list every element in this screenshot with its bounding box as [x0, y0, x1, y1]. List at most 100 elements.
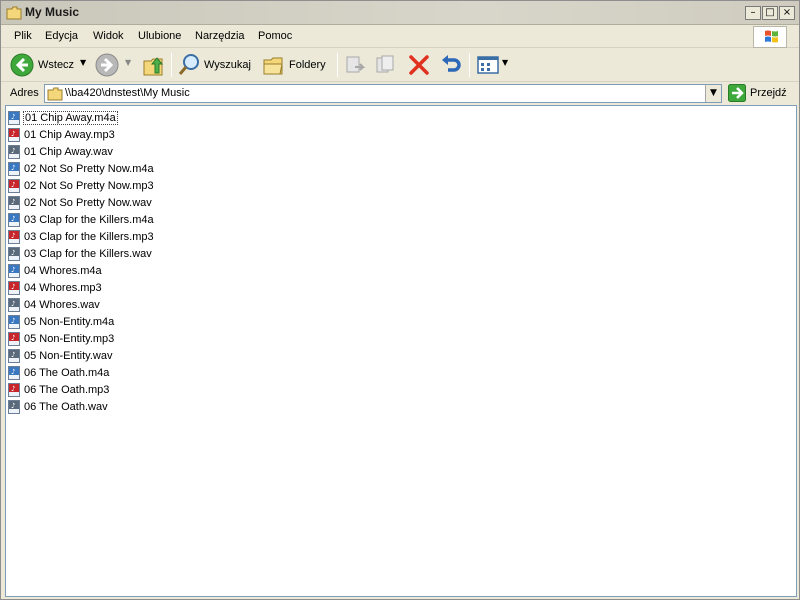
address-bar: Adres \\ba420\dnstest\My Music ▼ Przejdź [1, 82, 799, 105]
go-label: Przejdź [750, 87, 787, 99]
file-name: 06 The Oath.m4a [24, 366, 110, 379]
address-input[interactable]: \\ba420\dnstest\My Music ▼ [44, 84, 722, 103]
m4a-file-icon: ♪ [8, 212, 20, 227]
search-button[interactable]: Wyszukaj [176, 51, 256, 79]
file-item[interactable]: ♪ 05 Non-Entity.wav [8, 347, 154, 364]
file-name: 06 The Oath.mp3 [24, 383, 110, 396]
folder-icon [6, 6, 22, 20]
file-item[interactable]: ♪ 04 Whores.m4a [8, 262, 154, 279]
file-name: 04 Whores.m4a [24, 264, 102, 277]
file-item[interactable]: ♪ 05 Non-Entity.m4a [8, 313, 154, 330]
delete-x-icon [409, 55, 429, 75]
menu-tools[interactable]: Narzędzia [195, 30, 245, 42]
title-bar[interactable]: My Music – □ × [1, 1, 799, 25]
forward-dropdown-icon[interactable]: ▼ [125, 58, 131, 67]
file-name: 02 Not So Pretty Now.wav [24, 196, 152, 209]
file-name: 01 Chip Away.mp3 [24, 128, 115, 141]
file-name: 05 Non-Entity.mp3 [24, 332, 115, 345]
file-name: 02 Not So Pretty Now.m4a [24, 162, 154, 175]
file-item[interactable]: ♪ 04 Whores.wav [8, 296, 154, 313]
file-name: 01 Chip Away.wav [24, 145, 113, 158]
copy-to-icon [376, 55, 394, 73]
menu-file[interactable]: Plik [14, 30, 32, 42]
up-folder-button[interactable] [141, 51, 167, 79]
file-item[interactable]: ♪ 06 The Oath.wav [8, 398, 154, 415]
minimize-button[interactable]: – [745, 6, 761, 20]
back-button[interactable]: Wstecz ▼ [9, 51, 91, 79]
m4a-file-icon: ♪ [8, 365, 20, 380]
mp3-file-icon: ♪ [8, 331, 20, 346]
file-name: 05 Non-Entity.m4a [24, 315, 115, 328]
back-arrow-icon [10, 53, 34, 77]
wav-file-icon: ♪ [8, 195, 20, 210]
file-name: 03 Clap for the Killers.wav [24, 247, 152, 260]
delete-button[interactable] [406, 51, 432, 79]
file-name: 06 The Oath.wav [24, 400, 108, 413]
file-item[interactable]: ♪ 03 Clap for the Killers.mp3 [8, 228, 154, 245]
forward-button[interactable]: ▼ [94, 51, 136, 79]
file-item[interactable]: ♪ 06 The Oath.mp3 [8, 381, 154, 398]
menu-view[interactable]: Widok [93, 30, 124, 42]
menu-edit[interactable]: Edycja [45, 30, 78, 42]
wav-file-icon: ♪ [8, 399, 20, 414]
move-to-button[interactable] [343, 51, 369, 79]
m4a-file-icon: ♪ [8, 263, 20, 278]
file-name: 04 Whores.mp3 [24, 281, 102, 294]
toolbar-separator [337, 53, 338, 77]
m4a-file-icon: ♪ [8, 314, 20, 329]
file-item[interactable]: ♪ 02 Not So Pretty Now.m4a [8, 160, 154, 177]
toolbar-separator [171, 53, 172, 77]
go-arrow-icon [728, 84, 746, 102]
close-button[interactable]: × [779, 6, 795, 20]
menu-favorites[interactable]: Ulubione [138, 30, 181, 42]
file-name: 05 Non-Entity.wav [24, 349, 113, 362]
menu-bar: Plik Edycja Widok Ulubione Narzędzia Pom… [1, 26, 799, 48]
views-button[interactable]: ▼ [475, 51, 511, 79]
up-folder-icon [143, 57, 164, 76]
undo-icon [442, 55, 461, 72]
undo-button[interactable] [438, 51, 464, 79]
search-icon [178, 54, 199, 75]
windows-flag-icon [765, 30, 778, 43]
wav-file-icon: ♪ [8, 246, 20, 261]
copy-to-button[interactable] [373, 51, 399, 79]
maximize-button[interactable]: □ [762, 6, 778, 20]
forward-arrow-icon [95, 53, 119, 77]
m4a-file-icon: ♪ [8, 110, 20, 125]
file-item[interactable]: ♪ 01 Chip Away.wav [8, 143, 154, 160]
file-list-pane[interactable]: ♪ 01 Chip Away.m4a ♪ 01 Chip Away.mp3 ♪ 01 Ch… [5, 105, 797, 597]
windows-logo [753, 26, 787, 48]
file-name: 03 Clap for the Killers.m4a [24, 213, 154, 226]
file-item[interactable]: ♪ 06 The Oath.m4a [8, 364, 154, 381]
file-item[interactable]: ♪ 03 Clap for the Killers.wav [8, 245, 154, 262]
file-item[interactable]: ♪ 03 Clap for the Killers.m4a [8, 211, 154, 228]
file-item[interactable]: ♪ 02 Not So Pretty Now.wav [8, 194, 154, 211]
file-name: 03 Clap for the Killers.mp3 [24, 230, 154, 243]
toolbar-separator [469, 53, 470, 77]
file-item[interactable]: ♪ 04 Whores.mp3 [8, 279, 154, 296]
address-value: \\ba420\dnstest\My Music [65, 87, 190, 99]
folders-button[interactable]: Foldery [261, 51, 333, 79]
views-dropdown-icon[interactable]: ▼ [502, 58, 508, 67]
wav-file-icon: ♪ [8, 348, 20, 363]
toolbar: Wstecz ▼ ▼ Wyszukaj Foldery ▼ [1, 49, 799, 82]
mp3-file-icon: ♪ [8, 178, 20, 193]
m4a-file-icon: ♪ [8, 161, 20, 176]
file-name: 01 Chip Away.m4a [23, 110, 118, 125]
folders-label: Foldery [289, 59, 326, 71]
address-dropdown-button[interactable]: ▼ [705, 85, 721, 102]
back-dropdown-icon[interactable]: ▼ [80, 58, 86, 67]
wav-file-icon: ♪ [8, 297, 20, 312]
views-icon [477, 56, 499, 74]
mp3-file-icon: ♪ [8, 382, 20, 397]
explorer-window: My Music – □ × Plik Edycja Widok Ulubion… [0, 0, 800, 600]
file-name: 04 Whores.wav [24, 298, 100, 311]
menu-help[interactable]: Pomoc [258, 30, 292, 42]
file-item[interactable]: ♪ 02 Not So Pretty Now.mp3 [8, 177, 154, 194]
file-item[interactable]: ♪ 05 Non-Entity.mp3 [8, 330, 154, 347]
file-name: 02 Not So Pretty Now.mp3 [24, 179, 154, 192]
mp3-file-icon: ♪ [8, 280, 20, 295]
file-item[interactable]: ♪ 01 Chip Away.m4a [8, 109, 154, 126]
file-item[interactable]: ♪ 01 Chip Away.mp3 [8, 126, 154, 143]
go-button[interactable]: Przejdź [727, 83, 789, 104]
